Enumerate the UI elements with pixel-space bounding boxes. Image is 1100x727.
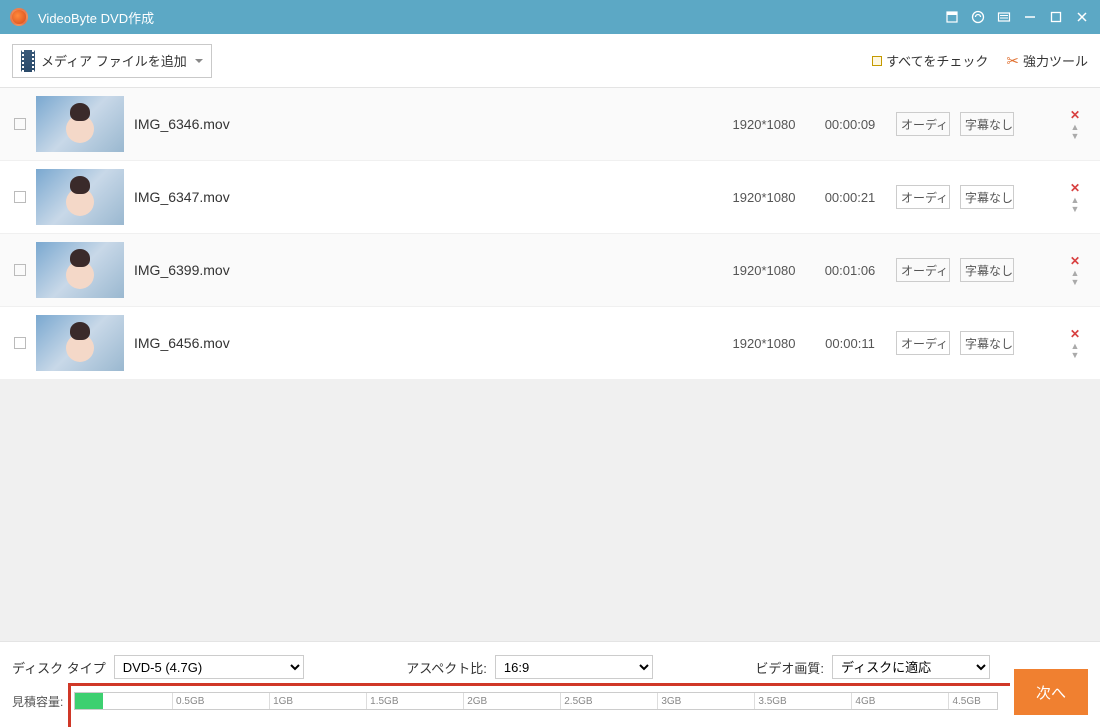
audio-select[interactable]: オーディ xyxy=(896,331,950,355)
bottom-bar: ディスク タイプ DVD-5 (4.7G) アスペクト比: 16:9 ビデオ画質… xyxy=(0,641,1100,727)
resolution: 1920*1080 xyxy=(724,117,804,132)
duration: 00:00:21 xyxy=(814,190,886,205)
resolution: 1920*1080 xyxy=(724,263,804,278)
thumbnail xyxy=(36,315,124,371)
file-name: IMG_6456.mov xyxy=(134,335,714,351)
delete-icon[interactable]: ✕ xyxy=(1070,181,1080,195)
toolbar: メディア ファイルを追加 すべてをチェック ✂ 強力ツール xyxy=(0,34,1100,88)
disc-type-select[interactable]: DVD-5 (4.7G) xyxy=(114,655,304,679)
disc-type-label: ディスク タイプ xyxy=(12,658,106,677)
scissors-icon: ✂ xyxy=(1006,52,1019,70)
file-name: IMG_6346.mov xyxy=(134,116,714,132)
film-icon xyxy=(21,50,35,72)
capacity-fill xyxy=(75,693,103,709)
video-quality-label: ビデオ画質: xyxy=(755,658,824,677)
file-name: IMG_6399.mov xyxy=(134,262,714,278)
header-icon-2[interactable] xyxy=(970,9,986,25)
check-all-label: すべてをチェック xyxy=(886,51,988,70)
move-down-icon[interactable]: ▼ xyxy=(1071,206,1080,213)
add-media-label: メディア ファイルを追加 xyxy=(41,51,187,70)
delete-icon[interactable]: ✕ xyxy=(1070,254,1080,268)
duration: 00:01:06 xyxy=(814,263,886,278)
file-row: IMG_6347.mov 1920*1080 00:00:21 オーディ字幕なし ✕ ▲ ▼ xyxy=(0,161,1100,233)
app-title: VideoByte DVD作成 xyxy=(38,8,944,27)
audio-select[interactable]: オーディ xyxy=(896,258,950,282)
add-media-button[interactable]: メディア ファイルを追加 xyxy=(12,44,212,78)
thumbnail xyxy=(36,96,124,152)
file-row: IMG_6346.mov 1920*1080 00:00:09 オーディ字幕なし ✕ ▲ ▼ xyxy=(0,88,1100,160)
capacity-tick: 0.5GB xyxy=(172,693,204,709)
move-up-icon[interactable]: ▲ xyxy=(1071,124,1080,131)
subtitle-select[interactable]: 字幕なし xyxy=(960,331,1014,355)
maximize-button[interactable] xyxy=(1048,9,1064,25)
checkbox-icon xyxy=(872,56,882,66)
minimize-button[interactable] xyxy=(1022,9,1038,25)
delete-icon[interactable]: ✕ xyxy=(1070,327,1080,341)
audio-select[interactable]: オーディ xyxy=(896,185,950,209)
check-all-button[interactable]: すべてをチェック xyxy=(872,51,988,70)
aspect-ratio-label: アスペクト比: xyxy=(406,658,487,677)
capacity-tick: 2GB xyxy=(463,693,487,709)
annotation-line xyxy=(68,683,1010,686)
capacity-tick: 1GB xyxy=(269,693,293,709)
subtitle-select[interactable]: 字幕なし xyxy=(960,185,1014,209)
capacity-bar: 0.5GB 1GB 1.5GB 2GB 2.5GB 3GB 3.5GB 4GB 4.5GB xyxy=(74,692,998,710)
capacity-tick: 3GB xyxy=(657,693,681,709)
power-tools-button[interactable]: ✂ 強力ツール xyxy=(1006,51,1088,70)
subtitle-select[interactable]: 字幕なし xyxy=(960,112,1014,136)
move-up-icon[interactable]: ▲ xyxy=(1071,197,1080,204)
file-list: IMG_6346.mov1920*108000:00:09オーディ字幕なし✕▲▼… xyxy=(0,88,1100,641)
capacity-tick: 1.5GB xyxy=(366,693,398,709)
titlebar: VideoByte DVD作成 xyxy=(0,0,1100,34)
audio-select[interactable]: オーディ xyxy=(896,112,950,136)
row-checkbox[interactable] xyxy=(14,118,26,130)
delete-icon[interactable]: ✕ xyxy=(1070,108,1080,122)
header-icon-3[interactable] xyxy=(996,9,1012,25)
capacity-label: 見積容量: xyxy=(12,693,74,710)
row-checkbox[interactable] xyxy=(14,191,26,203)
thumbnail xyxy=(36,242,124,298)
capacity-tick: 4GB xyxy=(851,693,875,709)
subtitle-select[interactable]: 字幕なし xyxy=(960,258,1014,282)
file-row: IMG_6456.mov 1920*1080 00:00:11 オーディ字幕なし ✕ ▲ ▼ xyxy=(0,307,1100,379)
duration: 00:00:11 xyxy=(814,336,886,351)
next-button-label: 次へ xyxy=(1036,682,1066,703)
file-name: IMG_6347.mov xyxy=(134,189,714,205)
move-down-icon[interactable]: ▼ xyxy=(1071,133,1080,140)
aspect-ratio-select[interactable]: 16:9 xyxy=(495,655,653,679)
duration: 00:00:09 xyxy=(814,117,886,132)
capacity-tick: 3.5GB xyxy=(754,693,786,709)
chevron-down-icon xyxy=(195,59,203,63)
power-tools-label: 強力ツール xyxy=(1023,51,1088,70)
video-quality-select[interactable]: ディスクに適応 xyxy=(832,655,990,679)
file-row: IMG_6399.mov 1920*1080 00:01:06 オーディ字幕なし ✕ ▲ ▼ xyxy=(0,234,1100,306)
resolution: 1920*1080 xyxy=(724,190,804,205)
annotation-line xyxy=(68,683,71,727)
row-checkbox[interactable] xyxy=(14,337,26,349)
move-up-icon[interactable]: ▲ xyxy=(1071,343,1080,350)
move-up-icon[interactable]: ▲ xyxy=(1071,270,1080,277)
move-down-icon[interactable]: ▼ xyxy=(1071,352,1080,359)
thumbnail xyxy=(36,169,124,225)
header-icon-1[interactable] xyxy=(944,9,960,25)
move-down-icon[interactable]: ▼ xyxy=(1071,279,1080,286)
capacity-tick: 4.5GB xyxy=(948,693,980,709)
next-button[interactable]: 次へ xyxy=(1014,669,1088,715)
resolution: 1920*1080 xyxy=(724,336,804,351)
close-button[interactable] xyxy=(1074,9,1090,25)
capacity-tick: 2.5GB xyxy=(560,693,592,709)
app-logo-icon xyxy=(10,8,28,26)
row-checkbox[interactable] xyxy=(14,264,26,276)
